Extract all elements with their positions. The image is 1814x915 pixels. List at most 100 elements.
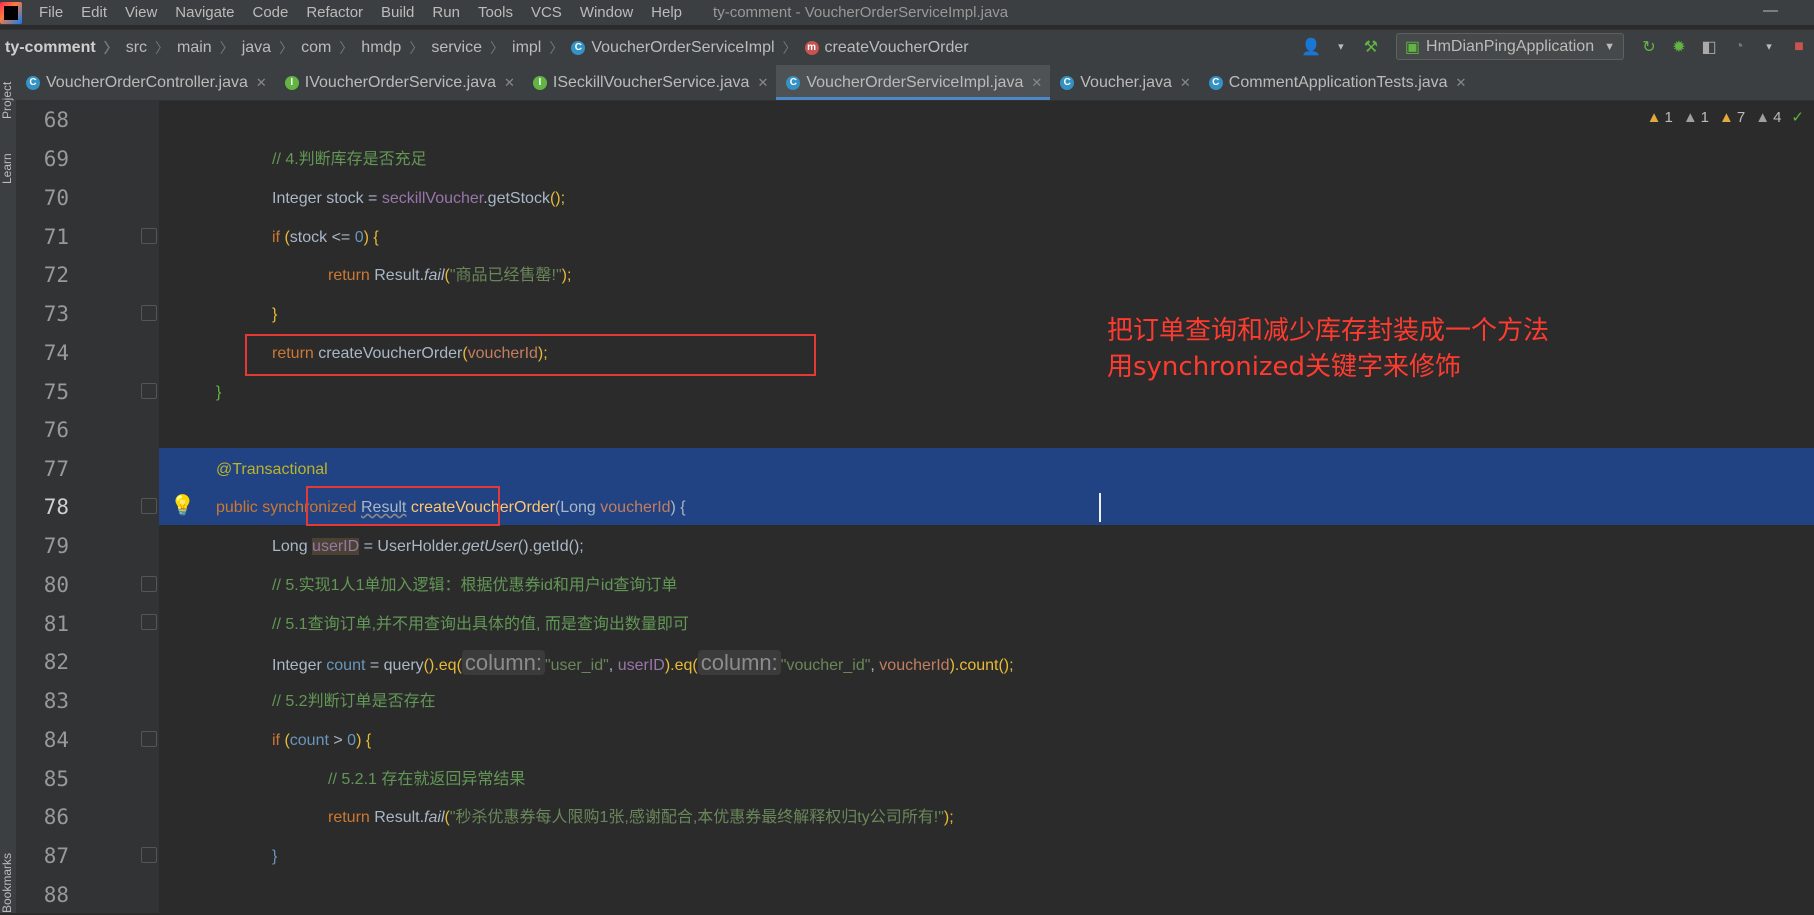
intellij-logo-icon [0,1,22,24]
rerun-icon[interactable]: ↻ [1640,38,1658,56]
breadcrumb-main[interactable]: main 〉 [177,38,242,58]
line-number: 75 [43,380,69,404]
fold-marker-icon[interactable] [141,847,157,863]
menu-navigate[interactable]: Navigate [166,4,243,21]
breadcrumb-method[interactable]: m createVoucherOrder [804,39,969,57]
code-line-86: return Result.fail("秒杀优惠券每人限购1张,感谢配合,本优惠… [328,809,954,826]
menu-refactor[interactable]: Refactor [297,4,372,21]
lightbulb-icon[interactable]: 💡 [170,493,195,518]
close-icon[interactable]: ✕ [256,75,267,91]
code-brace: } [216,384,222,401]
fold-marker-icon[interactable] [141,228,157,244]
line-number: 84 [43,728,69,752]
code-line-70: Integer stock = seckillVoucher.getStock(… [272,190,566,207]
code-line-82: Integer count = query().eq(column: "user_… [272,650,1014,675]
method-icon: m [804,40,819,55]
tab-voucher-order-service-impl[interactable]: C VoucherOrderServiceImpl.java ✕ [776,65,1051,100]
menu-tools[interactable]: Tools [469,4,522,21]
close-icon[interactable]: ✕ [1180,75,1191,91]
coverage-icon[interactable]: ◧ [1700,38,1718,56]
warning-icon: ▲ [1719,108,1734,126]
code-line-84: if (count > 0) { [272,732,372,749]
code-comment: // 5.2.1 存在就返回异常结果 [328,771,526,788]
inspection-widget[interactable]: ▲ 1 ▲ 1 ▲ 7 ▲ 4 ✓ [1637,108,1804,127]
breadcrumb-impl[interactable]: impl 〉 [512,38,571,58]
tab-comment-application-tests[interactable]: C CommentApplicationTests.java ✕ [1199,65,1475,100]
text-caret [1099,493,1101,522]
close-icon[interactable]: ✕ [757,75,768,91]
fold-marker-icon[interactable] [141,498,157,514]
menu-build[interactable]: Build [372,4,423,21]
tab-iseckill-voucher-service[interactable]: I ISeckillVoucherService.java ✕ [523,65,776,100]
line-number: 68 [43,108,69,132]
debug-icon[interactable]: ✹ [1670,38,1688,56]
fold-marker-icon[interactable] [141,383,157,399]
tab-voucher-order-controller[interactable]: C VoucherOrderController.java ✕ [16,65,275,100]
line-number: 86 [43,805,69,829]
breadcrumb-src[interactable]: src 〉 [126,38,177,58]
menu-file[interactable]: File [30,4,72,21]
class-icon: C [786,75,801,90]
weak-warning-icon: ▲ [1682,108,1698,126]
fold-marker-icon[interactable] [141,576,157,592]
code-line-71: if (stock <= 0) { [272,229,379,246]
menu-vcs[interactable]: VCS [522,4,571,21]
menu-code[interactable]: Code [243,4,297,21]
breadcrumb-class[interactable]: C VoucherOrderServiceImpl 〉 [571,38,804,58]
profile-icon[interactable]: ◔ [1730,38,1748,56]
highlight-box-synchronized [306,486,500,526]
line-number: 74 [43,341,69,365]
breadcrumb-java[interactable]: java 〉 [242,38,301,58]
breadcrumb-service[interactable]: service 〉 [431,38,512,58]
stop-icon[interactable]: ■ [1790,38,1808,56]
line-number-current: 78 [43,495,69,519]
tab-ivoucher-order-service[interactable]: I IVoucherOrderService.java ✕ [275,65,523,100]
menu-bar: File Edit View Navigate Code Refactor Bu… [0,0,1814,25]
interface-icon: I [532,75,547,90]
line-number: 77 [43,457,69,481]
project-tool-tab[interactable]: Project [0,67,16,119]
check-icon: ✓ [1791,109,1804,126]
fold-marker-icon[interactable] [141,614,157,630]
editor-tabs: C VoucherOrderController.java ✕ I IVouche… [16,65,1814,101]
menu-run[interactable]: Run [423,4,469,21]
warning-icon: ▲ [1646,108,1662,126]
class-icon: C [26,75,40,90]
breadcrumb-hmdp[interactable]: hmdp 〉 [361,38,431,58]
chevron-down-icon[interactable]: ▾ [1760,38,1778,56]
fold-marker-icon[interactable] [141,305,157,321]
code-line-72: return Result.fail("商品已经售罄!"); [328,267,572,284]
fold-marker-icon[interactable] [141,731,157,747]
annotation-note: 把订单查询和减少库存封装成一个方法 用synchronized关键字来修饰 [1107,316,1550,382]
build-hammer-icon[interactable]: ⚒ [1362,38,1380,56]
breadcrumb-com[interactable]: com 〉 [301,38,361,58]
class-icon: C [1060,75,1075,90]
close-icon[interactable]: ✕ [504,75,515,91]
line-number: 80 [43,573,69,597]
user-icon[interactable]: 👤 [1301,38,1321,56]
line-number: 71 [43,225,69,249]
spring-app-icon: ▣ [1404,38,1421,56]
code-comment: // 4.判断库存是否充足 [272,151,427,168]
menu-window[interactable]: Window [571,4,642,21]
line-number: 70 [43,186,69,210]
menu-edit[interactable]: Edit [72,4,116,21]
tab-voucher[interactable]: C Voucher.java ✕ [1050,65,1199,100]
run-configuration-select[interactable]: ▣ HmDianPingApplication ▼ [1395,33,1624,60]
left-tool-strip: Project Learn Bookmarks [0,65,17,913]
minimize-button[interactable]: — [1763,2,1778,19]
typo-icon: ▲ [1755,108,1771,126]
class-icon: C [571,40,586,55]
line-number: 69 [43,147,69,171]
line-number: 72 [43,263,69,287]
close-icon[interactable]: ✕ [1031,75,1042,91]
close-icon[interactable]: ✕ [1456,75,1467,91]
bookmarks-tool-tab[interactable]: Bookmarks [0,853,16,913]
learn-tool-tab[interactable]: Learn [0,140,16,184]
line-number: 81 [43,612,69,636]
chevron-down-icon[interactable]: ▾ [1332,38,1350,56]
menu-view[interactable]: View [116,4,166,21]
code-comment: // 5.2判断订单是否存在 [272,693,436,710]
menu-help[interactable]: Help [642,4,691,21]
breadcrumb-project[interactable]: ty-comment 〉 [5,38,126,58]
